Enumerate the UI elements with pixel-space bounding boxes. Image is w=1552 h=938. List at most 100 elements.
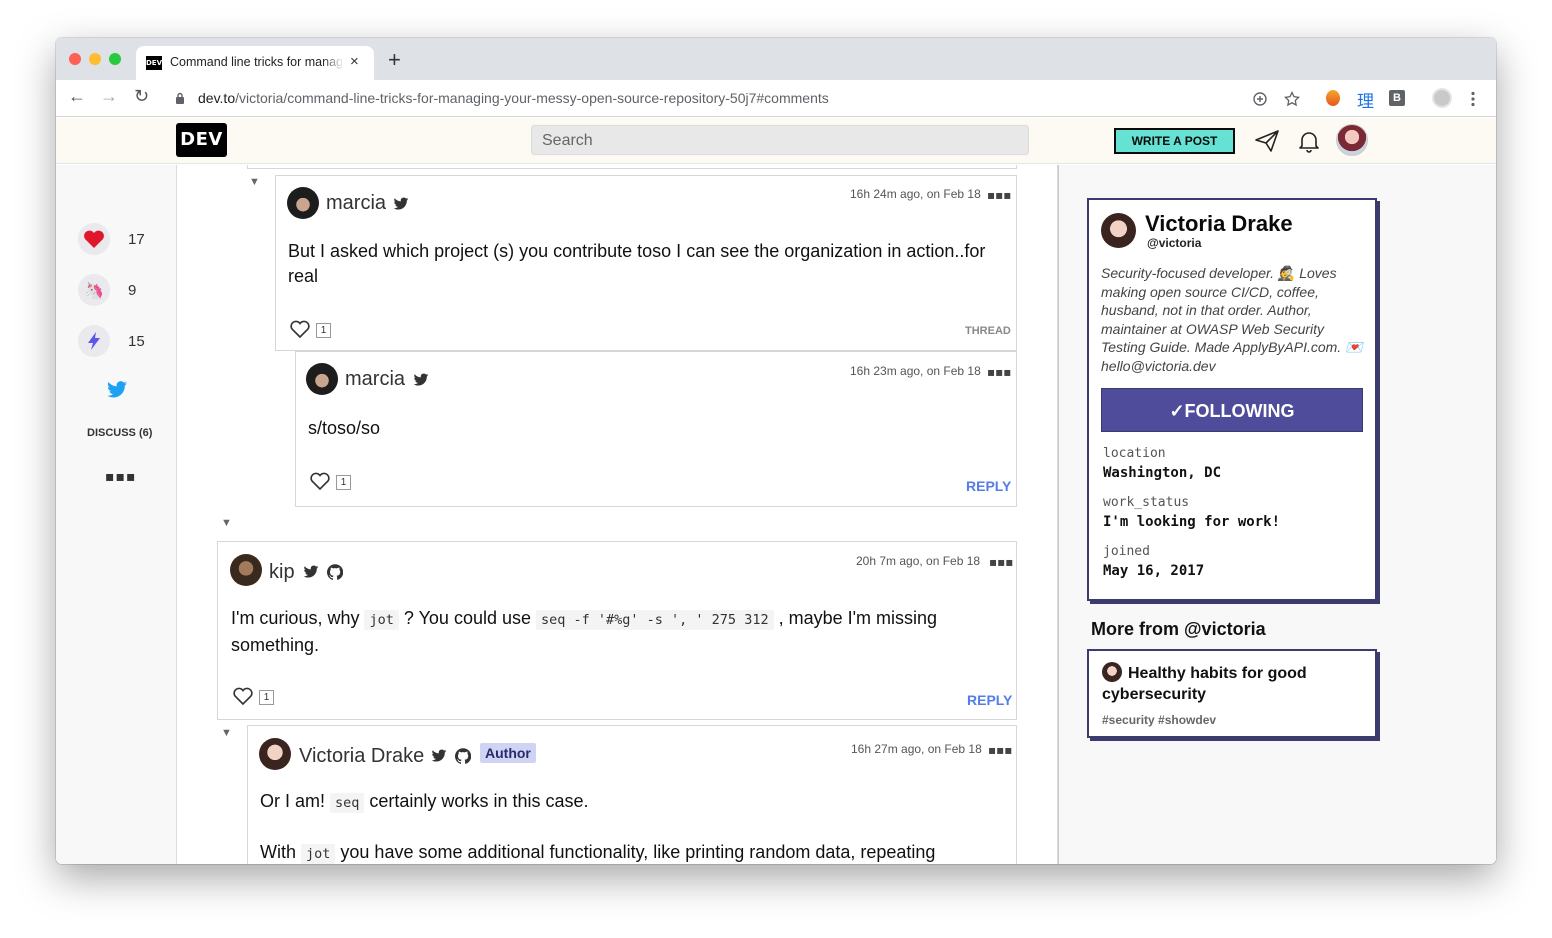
collapse-toggle[interactable]: ▼	[221, 517, 232, 529]
comment-timestamp[interactable]: 16h 27m ago, on Feb 18	[851, 742, 982, 756]
url-host: dev.to	[198, 90, 236, 106]
like-heart-icon[interactable]	[232, 686, 254, 706]
comment-timestamp[interactable]: 20h 7m ago, on Feb 18	[856, 554, 980, 568]
profile-name[interactable]: Victoria Drake	[1145, 211, 1293, 237]
unicorn-reaction-button[interactable]: 🦄	[78, 274, 110, 306]
heart-reaction-button[interactable]	[78, 223, 110, 255]
github-icon[interactable]	[455, 748, 471, 764]
comment-author[interactable]: Victoria Drake	[299, 745, 424, 768]
twitter-share-icon[interactable]	[106, 381, 128, 399]
search-input[interactable]: Search	[531, 125, 1029, 155]
browser-tab[interactable]: DEV Command line tricks for managing you…	[136, 46, 374, 80]
like-heart-icon[interactable]	[309, 471, 331, 491]
avatar[interactable]	[259, 738, 291, 770]
avatar[interactable]	[306, 363, 338, 395]
profile-field-value: I'm looking for work!	[1103, 514, 1281, 530]
lock-icon	[176, 92, 184, 104]
address-bar[interactable]: dev.to/victoria/command-line-tricks-for-…	[198, 90, 829, 106]
extension-b-icon[interactable]: B	[1389, 90, 1405, 106]
comment-menu-icon[interactable]: ▪▪▪	[988, 743, 1012, 757]
tab-strip: DEV Command line tricks for managing you…	[56, 38, 1496, 80]
related-post-card[interactable]: Healthy habits for good cybersecurity #s…	[1087, 649, 1377, 738]
inline-code: jot	[364, 610, 399, 630]
comment-author[interactable]: marcia	[326, 192, 386, 215]
url-path: /victoria/command-line-tricks-for-managi…	[235, 90, 829, 106]
twitter-icon[interactable]	[413, 372, 429, 388]
comment-author[interactable]: kip	[269, 561, 295, 584]
following-button[interactable]: ✓FOLLOWING	[1101, 388, 1363, 432]
back-button[interactable]: ←	[68, 86, 86, 107]
user-avatar[interactable]	[1336, 124, 1368, 156]
discuss-link[interactable]: DISCUSS (6)	[87, 427, 152, 439]
like-count: 1	[336, 475, 351, 490]
profile-field-label: joined	[1103, 544, 1150, 559]
heart-icon	[84, 230, 104, 248]
comment-body: But I asked which project (s) you contri…	[288, 241, 986, 286]
profile-handle[interactable]: @victoria	[1147, 236, 1201, 250]
avatar[interactable]	[287, 187, 319, 219]
reply-link[interactable]: REPLY	[966, 478, 1011, 494]
comment-card: marcia 16h 24m ago, on Feb 18 ▪▪▪ But I …	[275, 175, 1017, 351]
comment-body: I'm curious, why jot ? You could use seq…	[231, 608, 938, 655]
comment-timestamp[interactable]: 16h 23m ago, on Feb 18	[850, 364, 981, 378]
inline-code: seq	[330, 793, 365, 813]
profile-avatar-icon[interactable]	[1432, 88, 1452, 108]
dev-logo[interactable]: DEV	[176, 123, 227, 157]
like-count: 1	[259, 690, 274, 705]
paper-plane-icon[interactable]	[1254, 129, 1280, 153]
collapse-toggle[interactable]: ▼	[221, 727, 232, 739]
bookmark-star-icon[interactable]	[1284, 91, 1300, 107]
notification-bell-icon[interactable]	[1296, 129, 1322, 153]
lightning-icon	[88, 332, 100, 350]
unicorn-icon: 🦄	[84, 283, 104, 300]
profile-avatar[interactable]	[1101, 213, 1136, 248]
reply-link[interactable]: REPLY	[967, 692, 1012, 708]
zoom-window-button[interactable]	[109, 53, 121, 65]
more-options-icon[interactable]: ▪▪▪	[105, 469, 136, 485]
forward-button[interactable]: →	[100, 86, 118, 107]
extension-orange-icon[interactable]	[1326, 90, 1340, 106]
profile-bio: Security-focused developer. 🕵️ Loves mak…	[1101, 265, 1363, 374]
inline-code: seq -f '#%g' -s ', ' 275 312	[536, 610, 774, 630]
twitter-icon[interactable]	[393, 196, 409, 212]
comments-column: ▼ marcia 16h 24m ago, on Feb 18 ▪▪▪ But …	[176, 165, 1058, 864]
author-sidebar: Victoria Drake @victoria Security-focuse…	[1058, 165, 1496, 864]
new-tab-button[interactable]: +	[388, 49, 401, 71]
like-heart-icon[interactable]	[289, 319, 311, 339]
related-post-tags[interactable]: #security #showdev	[1102, 713, 1216, 727]
comment-body-paragraph: With jot you have some additional functi…	[260, 842, 936, 864]
comment-timestamp[interactable]: 16h 24m ago, on Feb 18	[850, 187, 981, 201]
add-to-page-icon[interactable]	[1253, 92, 1267, 106]
comment-body-paragraph: Or I am! seq certainly works in this cas…	[260, 791, 589, 813]
avatar[interactable]	[230, 554, 262, 586]
comment-menu-icon[interactable]: ▪▪▪	[987, 188, 1011, 202]
profile-field-value: May 16, 2017	[1103, 563, 1205, 579]
unicorn-count: 9	[128, 282, 137, 299]
reload-button[interactable]: ↻	[134, 86, 149, 107]
github-icon[interactable]	[327, 564, 343, 580]
comment-menu-icon[interactable]: ▪▪▪	[987, 365, 1011, 379]
site-header: DEV Search WRITE A POST	[56, 118, 1496, 164]
bookmark-reaction-button[interactable]	[78, 325, 110, 357]
reaction-sidebar: 17 🦄 9 15 DISCUSS (6) ▪▪▪	[56, 165, 176, 864]
collapse-toggle[interactable]: ▼	[249, 176, 260, 188]
minimize-window-button[interactable]	[89, 53, 101, 65]
comment-card: marcia 16h 23m ago, on Feb 18 ▪▪▪ s/toso…	[295, 351, 1017, 507]
close-window-button[interactable]	[69, 53, 81, 65]
comment-author[interactable]: marcia	[345, 368, 405, 391]
like-count: 1	[316, 323, 331, 338]
related-post-title[interactable]: Healthy habits for good cybersecurity	[1102, 663, 1362, 705]
comment-card: kip 20h 7m ago, on Feb 18 ▪▪▪ I'm curiou…	[217, 541, 1017, 720]
dev-favicon-icon: DEV	[146, 56, 162, 70]
browser-menu-icon[interactable]	[1470, 91, 1476, 107]
tab-close-icon[interactable]: ×	[350, 53, 359, 70]
extension-kanji-icon[interactable]: 理	[1357, 87, 1374, 112]
comment-menu-icon[interactable]: ▪▪▪	[989, 555, 1013, 569]
comment-body: s/toso/so	[308, 418, 381, 438]
browser-window: DEV Command line tricks for managing you…	[56, 38, 1496, 864]
twitter-icon[interactable]	[303, 564, 319, 580]
profile-field-label: work_status	[1103, 495, 1190, 510]
write-post-button[interactable]: WRITE A POST	[1114, 128, 1235, 154]
twitter-icon[interactable]	[431, 748, 447, 764]
thread-link[interactable]: THREAD	[965, 325, 1011, 337]
